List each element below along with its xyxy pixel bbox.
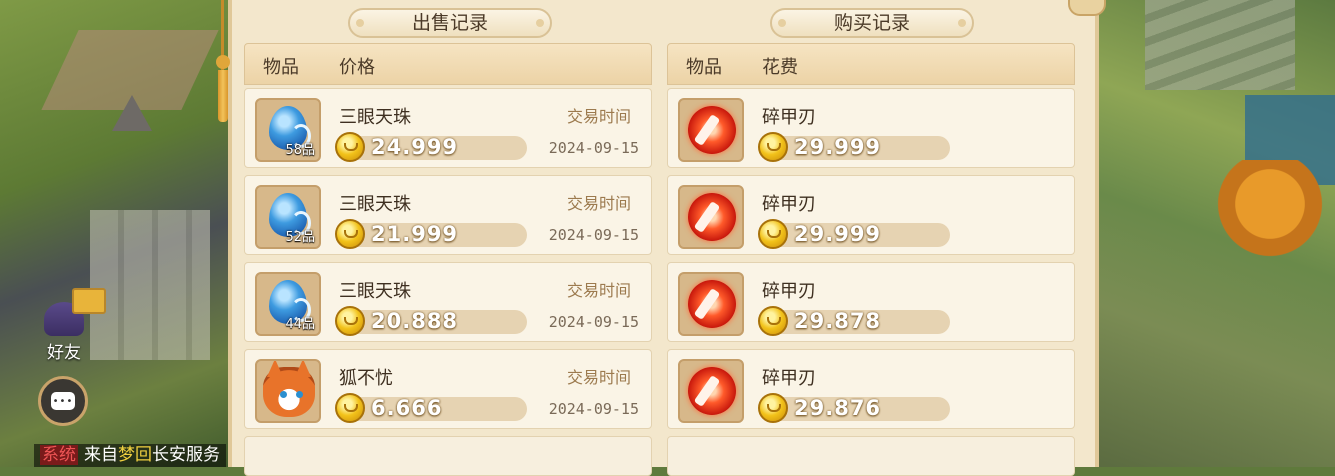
cost-bar: 29.876 xyxy=(758,393,950,423)
buy-record-row[interactable]: 碎甲刃 29.878 xyxy=(667,262,1075,342)
red-blade-orb-icon xyxy=(678,98,744,162)
price-bar: 6.666 xyxy=(335,393,527,423)
trade-time-label: 交易时间 xyxy=(566,368,631,387)
cost-bar: 29.999 xyxy=(758,132,950,162)
friends-button[interactable]: 好友 xyxy=(36,288,106,364)
ticker-prefix: 来自 xyxy=(84,445,118,465)
mail-icon[interactable] xyxy=(72,288,106,314)
sell-record-row[interactable]: 58品 三眼天珠 交易时间 24.999 2024-09-15 xyxy=(244,88,652,168)
sell-record-row-partial[interactable] xyxy=(244,436,652,476)
trade-date: 2024-09-15 xyxy=(548,400,639,418)
item-name: 碎甲刃 xyxy=(762,194,816,215)
col-price-label: 价格 xyxy=(339,57,375,78)
gold-coin-icon xyxy=(758,306,788,336)
buy-record-row-partial[interactable] xyxy=(667,436,1075,476)
chat-button[interactable]: ••• xyxy=(38,376,88,426)
col-item-label: 物品 xyxy=(686,57,722,78)
red-blade-orb-icon xyxy=(678,272,744,336)
ticker-highlight: 梦回 xyxy=(118,445,152,465)
col-item-label: 物品 xyxy=(263,57,299,78)
trade-time-label: 交易时间 xyxy=(566,107,631,126)
price-bar: 21.999 xyxy=(335,219,527,249)
gold-coin-icon xyxy=(335,393,365,423)
gold-coin-icon xyxy=(335,219,365,249)
cost-bar: 29.999 xyxy=(758,219,950,249)
friends-label: 好友 xyxy=(47,343,81,363)
item-name: 三眼天珠 xyxy=(339,281,411,302)
ticker-tag: 系统 xyxy=(40,445,78,465)
gold-coin-icon xyxy=(335,306,365,336)
buy-record-row[interactable]: 碎甲刃 29.999 xyxy=(667,175,1075,255)
quality-badge: 58品 xyxy=(285,143,315,158)
gold-coin-icon xyxy=(758,219,788,249)
quality-badge: 44品 xyxy=(285,317,315,332)
sell-record-row[interactable]: 52品 三眼天珠 交易时间 21.999 2024-09-15 xyxy=(244,175,652,255)
item-name: 碎甲刃 xyxy=(762,368,816,389)
tassel-ornament xyxy=(215,0,231,125)
gold-coin-icon xyxy=(758,393,788,423)
col-cost-label: 花费 xyxy=(762,57,798,78)
cost-value: 29.876 xyxy=(794,396,882,420)
trade-time-label: 交易时间 xyxy=(566,194,631,213)
item-name: 碎甲刃 xyxy=(762,107,816,128)
red-blade-orb-icon xyxy=(678,185,744,249)
wizard-avatar-icon xyxy=(44,288,106,336)
trade-time-label: 交易时间 xyxy=(566,281,631,300)
sell-record-row[interactable]: 狐不忧 交易时间 6.666 2024-09-15 xyxy=(244,349,652,429)
cost-value: 29.878 xyxy=(794,309,882,333)
sell-list-header: 物品 价格 xyxy=(244,43,652,85)
item-name: 三眼天珠 xyxy=(339,107,411,128)
sell-records-title: 出售记录 xyxy=(348,8,552,38)
buy-list-header: 物品 花费 xyxy=(667,43,1075,85)
item-name: 狐不忧 xyxy=(339,368,393,389)
blue-gem-icon: 58品 xyxy=(255,98,321,162)
world-pillars xyxy=(90,210,210,360)
ticker-rest: 长安服务 xyxy=(152,445,220,465)
trade-date: 2024-09-15 xyxy=(548,139,639,157)
price-value: 20.888 xyxy=(371,309,459,333)
buy-records-list[interactable]: 物品 花费 碎甲刃 29.999 碎甲刃 29.999 碎甲刃 29.878 碎… xyxy=(667,43,1075,476)
price-bar: 24.999 xyxy=(335,132,527,162)
price-bar: 20.888 xyxy=(335,306,527,336)
blue-gem-icon: 44品 xyxy=(255,272,321,336)
triangle-waypoint-icon xyxy=(112,95,152,131)
world-tree xyxy=(1215,160,1325,270)
buy-records-title: 购买记录 xyxy=(770,8,974,38)
world-stairs xyxy=(1145,0,1295,90)
quality-badge: 52品 xyxy=(285,230,315,245)
buy-record-row[interactable]: 碎甲刃 29.876 xyxy=(667,349,1075,429)
buy-record-row[interactable]: 碎甲刃 29.999 xyxy=(667,88,1075,168)
gold-coin-icon xyxy=(758,132,788,162)
panel-corner-ornament xyxy=(1068,0,1106,16)
item-name: 三眼天珠 xyxy=(339,194,411,215)
item-name: 碎甲刃 xyxy=(762,281,816,302)
trade-date: 2024-09-15 xyxy=(548,226,639,244)
sell-records-list[interactable]: 物品 价格 58品 三眼天珠 交易时间 24.999 2024-09-15 52… xyxy=(244,43,652,476)
gold-coin-icon xyxy=(335,132,365,162)
cost-value: 29.999 xyxy=(794,135,882,159)
sell-record-row[interactable]: 44品 三眼天珠 交易时间 20.888 2024-09-15 xyxy=(244,262,652,342)
price-value: 21.999 xyxy=(371,222,459,246)
price-value: 6.666 xyxy=(371,396,443,420)
cost-bar: 29.878 xyxy=(758,306,950,336)
blue-gem-icon: 52品 xyxy=(255,185,321,249)
trade-date: 2024-09-15 xyxy=(548,313,639,331)
system-message-ticker[interactable]: 系统 来自梦回长安服务 xyxy=(34,444,226,467)
cost-value: 29.999 xyxy=(794,222,882,246)
fox-pet-icon xyxy=(255,359,321,423)
price-value: 24.999 xyxy=(371,135,459,159)
chat-bubble-icon: ••• xyxy=(51,392,75,410)
red-blade-orb-icon xyxy=(678,359,744,423)
